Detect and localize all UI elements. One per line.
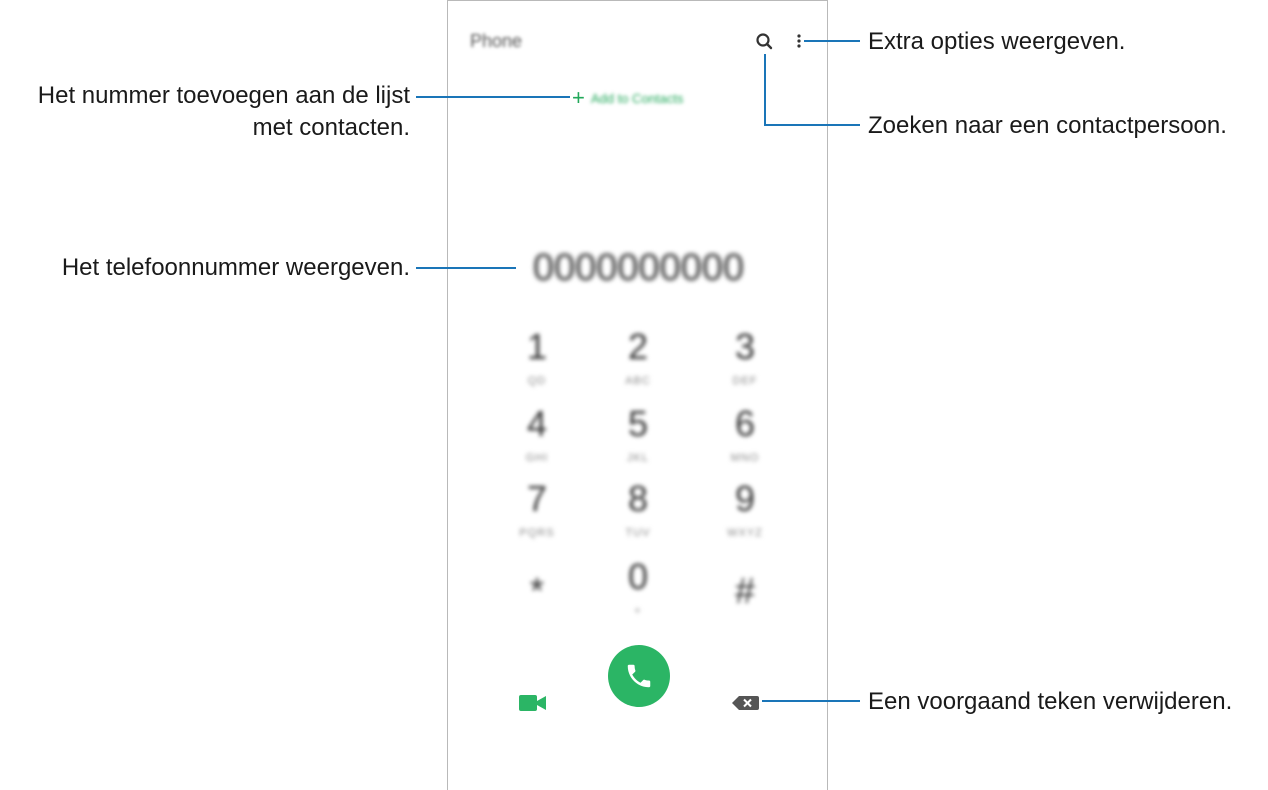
callout-add-contact-line1: Het nummer toevoegen aan de lijst — [37, 82, 410, 109]
key-1[interactable]: 1 QD — [502, 326, 572, 388]
search-icon — [756, 33, 773, 50]
key-digit: 1 — [526, 326, 548, 367]
key-9[interactable]: 9 WXYZ — [710, 478, 780, 540]
key-digit: # — [734, 570, 756, 611]
key-0[interactable]: 0 + — [603, 556, 673, 618]
key-digit: 6 — [734, 403, 756, 444]
callout-line-search-vertical — [764, 54, 766, 126]
key-3[interactable]: 3 DEF — [710, 326, 780, 388]
callout-number-display: Het telefoonnummer weergeven. — [61, 254, 410, 281]
key-digit: 0 — [627, 556, 649, 597]
search-button[interactable] — [754, 31, 776, 53]
key-letters: WXYZ — [727, 527, 763, 539]
callout-search: Zoeken naar een contactpersoon. — [868, 112, 1227, 139]
key-letters: GHI — [525, 452, 549, 464]
key-digit: 2 — [627, 326, 649, 367]
callout-line-more — [804, 40, 860, 42]
key-2[interactable]: 2 ABC — [603, 326, 673, 388]
key-letters: MNO — [730, 452, 760, 464]
callout-add-contact-line2: met contacten. — [252, 114, 410, 141]
key-letters: PQRS — [519, 527, 555, 539]
backspace-icon — [732, 696, 759, 710]
key-letters: ABC — [625, 375, 651, 387]
callout-line-search-horizontal — [764, 124, 860, 126]
call-button[interactable] — [608, 645, 670, 707]
key-digit: 3 — [734, 326, 756, 367]
add-to-contacts-label: Add to Contacts — [590, 90, 684, 106]
key-letters: DEF — [732, 375, 758, 387]
more-vertical-icon — [797, 34, 801, 48]
add-to-contacts-button[interactable]: + Add to Contacts — [572, 87, 683, 109]
key-letters: TUV — [625, 527, 651, 539]
video-call-icon — [519, 695, 546, 711]
key-hash[interactable]: # — [710, 571, 780, 619]
key-digit: 8 — [627, 478, 649, 519]
key-letters: + — [634, 605, 642, 617]
key-digit: 7 — [526, 478, 548, 519]
key-letters: QD — [527, 375, 547, 387]
key-8[interactable]: 8 TUV — [603, 478, 673, 540]
key-digit: * — [529, 570, 544, 611]
key-4[interactable]: 4 GHI — [502, 403, 572, 465]
video-call-button[interactable] — [518, 693, 548, 713]
callout-line-backspace — [762, 700, 860, 702]
callout-line-add-contact — [416, 96, 570, 98]
callout-more-options: Extra opties weergeven. — [868, 28, 1126, 55]
callout-line-number — [416, 267, 516, 269]
key-digit: 4 — [526, 403, 548, 444]
phone-screen: Phone + Add to Contacts 0000000000 1 QD … — [447, 0, 828, 790]
phone-icon — [627, 664, 651, 688]
key-star[interactable]: * — [502, 571, 572, 619]
key-digit: 9 — [734, 478, 756, 519]
key-digit: 5 — [627, 403, 649, 444]
backspace-button[interactable] — [730, 693, 760, 713]
key-letters: JKL — [627, 452, 649, 464]
plus-icon: + — [572, 85, 585, 110]
key-7[interactable]: 7 PQRS — [502, 478, 572, 540]
key-6[interactable]: 6 MNO — [710, 403, 780, 465]
key-5[interactable]: 5 JKL — [603, 403, 673, 465]
callout-backspace: Een voorgaand teken verwijderen. — [868, 688, 1233, 715]
more-options-button[interactable] — [794, 31, 804, 53]
app-title: Phone — [470, 31, 523, 51]
